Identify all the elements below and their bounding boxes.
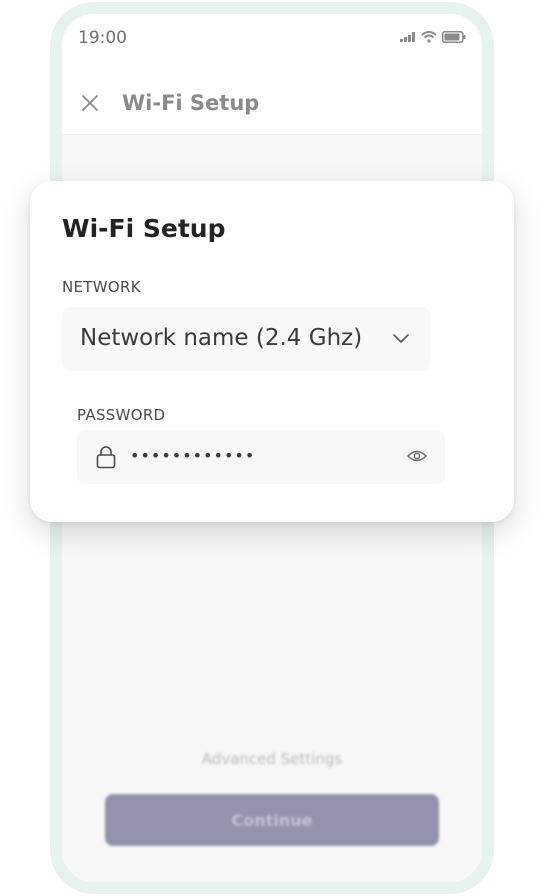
- wifi-icon: [421, 31, 437, 43]
- status-time: 19:00: [78, 28, 127, 48]
- chevron-down-icon: [393, 334, 409, 343]
- header-title: Wi-Fi Setup: [122, 91, 260, 115]
- status-icons: [400, 31, 466, 43]
- password-label: PASSWORD: [77, 406, 166, 424]
- network-value: Network name (2.4 Ghz): [80, 325, 363, 351]
- eye-icon[interactable]: [407, 449, 427, 463]
- advanced-settings-link[interactable]: Advanced Settings: [62, 750, 482, 768]
- app-header: Wi-Fi Setup: [62, 72, 482, 135]
- status-bar: 19:00: [62, 14, 482, 64]
- continue-button[interactable]: Continue: [105, 794, 439, 846]
- signal-icon: [400, 32, 415, 42]
- password-input[interactable]: ••••••••••••: [77, 430, 445, 484]
- network-select[interactable]: Network name (2.4 Ghz): [62, 307, 430, 371]
- network-label: NETWORK: [62, 278, 141, 296]
- wifi-setup-card: Wi-Fi Setup NETWORK Network name (2.4 Gh…: [30, 181, 514, 522]
- password-value: ••••••••••••: [130, 446, 256, 465]
- card-title: Wi-Fi Setup: [62, 214, 226, 243]
- battery-icon: [442, 31, 466, 43]
- close-icon[interactable]: [80, 93, 100, 113]
- lock-icon: [96, 446, 116, 469]
